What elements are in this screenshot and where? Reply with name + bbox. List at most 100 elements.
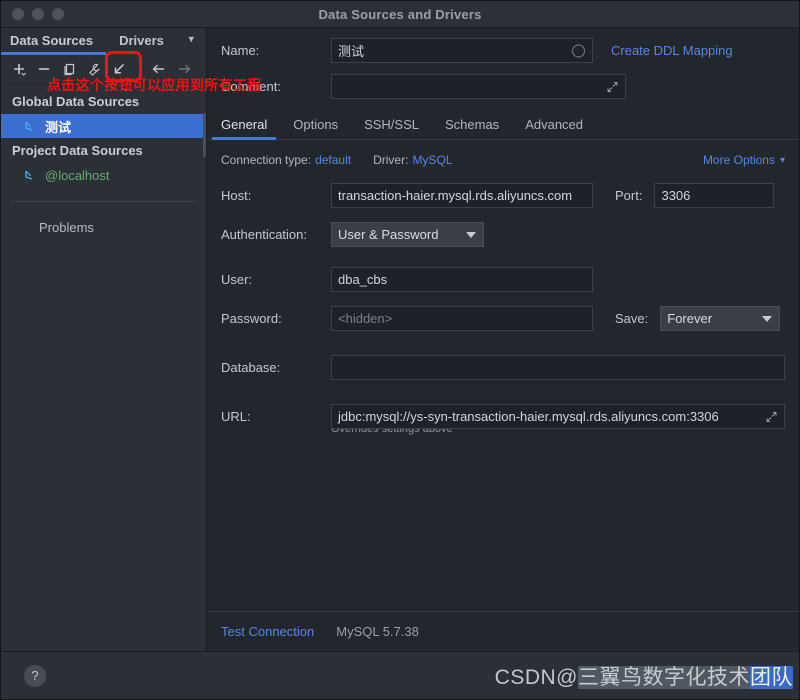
port-input[interactable]: 3306: [654, 183, 775, 208]
name-row: Name: 测试 Create DDL Mapping: [221, 38, 785, 63]
password-row: Password: <hidden> Save: Forever: [221, 306, 785, 331]
user-label: User:: [221, 272, 253, 287]
window-titlebar: Data Sources and Drivers: [1, 1, 799, 28]
sidebar-tab-drivers[interactable]: Drivers: [119, 33, 164, 48]
host-input[interactable]: transaction-haier.mysql.rds.aliyuncs.com: [331, 183, 593, 208]
main-footer: Test Connection MySQL 5.7.38: [207, 611, 799, 651]
password-label: Password:: [221, 311, 282, 326]
chevron-down-icon: ▾: [779, 154, 785, 166]
chevron-down-icon[interactable]: ▾: [188, 34, 194, 46]
comment-input[interactable]: [331, 74, 626, 99]
question-mark-icon: ?: [31, 668, 39, 683]
tab-general[interactable]: General: [211, 117, 277, 140]
database-label: Database:: [221, 360, 281, 375]
authentication-value: User & Password: [338, 227, 439, 242]
back-button[interactable]: [147, 58, 170, 80]
user-input[interactable]: dba_cbs: [331, 267, 593, 292]
data-source-tree: Global Data Sources 测试 Project Data Sour…: [1, 84, 206, 651]
host-label: Host:: [221, 188, 252, 203]
tab-ssh-ssl[interactable]: SSH/SSL: [364, 117, 419, 139]
create-ddl-mapping-link[interactable]: Create DDL Mapping: [611, 43, 733, 58]
expand-icon[interactable]: [766, 411, 777, 422]
watermark-prefix: CSDN@: [494, 665, 578, 689]
watermark-mid: 三翼鸟数字化技术: [578, 665, 750, 689]
add-button[interactable]: [8, 58, 31, 80]
url-input[interactable]: jdbc:mysql://ys-syn-transaction-haier.my…: [331, 404, 785, 429]
url-label: URL:: [221, 409, 251, 424]
sidebar-toolbar: [1, 55, 206, 84]
sidebar-scrollbar[interactable]: [203, 113, 206, 157]
name-input-value: 测试: [338, 44, 365, 59]
tab-schemas[interactable]: Schemas: [445, 117, 499, 139]
color-indicator-icon[interactable]: [572, 44, 585, 57]
wrench-icon: [89, 63, 100, 76]
password-placeholder: <hidden>: [338, 311, 393, 326]
close-window-button[interactable]: [12, 8, 24, 20]
database-input[interactable]: [331, 355, 785, 380]
tree-group-project: Project Data Sources: [12, 143, 143, 158]
arrow-right-icon: [178, 64, 190, 74]
tab-options[interactable]: Options: [293, 117, 338, 139]
copy-icon: [64, 63, 75, 75]
connection-type-label: Connection type:: [221, 153, 312, 167]
sidebar-item-problems[interactable]: Problems: [1, 202, 206, 235]
tree-item-label: 测试: [45, 119, 72, 135]
watermark-tail: 团队: [750, 665, 793, 689]
main-panel: Name: 测试 Create DDL Mapping Comment: Gen…: [207, 28, 799, 651]
save-value: Forever: [667, 311, 713, 326]
apply-to-all-projects-button[interactable]: [108, 58, 131, 80]
port-label: Port:: [615, 188, 643, 203]
authentication-select[interactable]: User & Password: [331, 222, 484, 247]
dialog-bottom-bar: ? CSDN@三翼鸟数字化技术团队: [1, 651, 799, 699]
authentication-label: Authentication:: [221, 227, 308, 242]
tree-item-localhost[interactable]: @localhost: [1, 163, 206, 187]
general-tab-form: Connection type: default Driver: MySQL M…: [207, 140, 799, 611]
url-row: URL: jdbc:mysql://ys-syn-transaction-hai…: [221, 404, 785, 429]
sidebar-tabbar: Data Sources Drivers ▾: [1, 28, 206, 55]
connection-meta-row: Connection type: default Driver: MySQL M…: [221, 153, 785, 167]
tab-advanced[interactable]: Advanced: [525, 117, 583, 139]
tree-group-global: Global Data Sources: [12, 94, 140, 109]
authentication-row: Authentication: User & Password: [221, 222, 785, 247]
arrow-down-left-icon: [114, 63, 125, 74]
copy-button[interactable]: [58, 58, 81, 80]
minus-icon: [39, 67, 49, 70]
user-row: User: dba_cbs: [221, 267, 785, 292]
properties-button[interactable]: [83, 58, 106, 80]
forward-button[interactable]: [172, 58, 195, 80]
help-button[interactable]: ?: [24, 664, 46, 687]
datasource-icon: [25, 121, 33, 131]
sidebar: Data Sources Drivers ▾ Global Data Sourc…: [1, 28, 207, 651]
driver-label: Driver:: [373, 153, 409, 167]
expand-icon[interactable]: [607, 81, 618, 92]
password-input[interactable]: <hidden>: [331, 306, 593, 331]
minimize-window-button[interactable]: [32, 8, 44, 20]
window-traffic-lights: [12, 8, 64, 20]
chevron-down-icon: [466, 231, 476, 238]
comment-label: Comment:: [221, 79, 281, 94]
settings-tabbar: General Options SSH/SSL Schemas Advanced: [207, 110, 799, 140]
datasource-icon: [25, 170, 33, 180]
test-connection-button[interactable]: Test Connection: [221, 624, 314, 639]
host-input-value: transaction-haier.mysql.rds.aliyuncs.com: [338, 188, 573, 203]
watermark: CSDN@三翼鸟数字化技术团队: [495, 661, 793, 691]
user-input-value: dba_cbs: [338, 272, 388, 287]
name-input[interactable]: 测试: [331, 38, 593, 63]
plus-icon: [14, 63, 26, 76]
comment-row: Comment:: [221, 74, 785, 99]
arrow-left-icon: [152, 64, 164, 74]
data-sources-and-drivers-dialog: Data Sources and Drivers Data Sources Dr…: [0, 0, 800, 700]
maximize-window-button[interactable]: [52, 8, 64, 20]
connection-type-value[interactable]: default: [315, 153, 351, 167]
remove-button[interactable]: [33, 58, 56, 80]
dialog-body: Data Sources Drivers ▾ Global Data Sourc…: [1, 28, 799, 651]
sidebar-tab-data-sources[interactable]: Data Sources: [10, 33, 93, 48]
tree-item-ceshi[interactable]: 测试: [1, 114, 206, 138]
save-label: Save:: [615, 311, 649, 326]
database-row: Database:: [221, 355, 785, 380]
driver-value[interactable]: MySQL: [412, 153, 452, 167]
url-input-value: jdbc:mysql://ys-syn-transaction-haier.my…: [338, 409, 719, 424]
more-options-button[interactable]: More Options ▾: [703, 153, 785, 167]
more-options-label: More Options: [702, 153, 775, 167]
save-select[interactable]: Forever: [660, 306, 781, 331]
